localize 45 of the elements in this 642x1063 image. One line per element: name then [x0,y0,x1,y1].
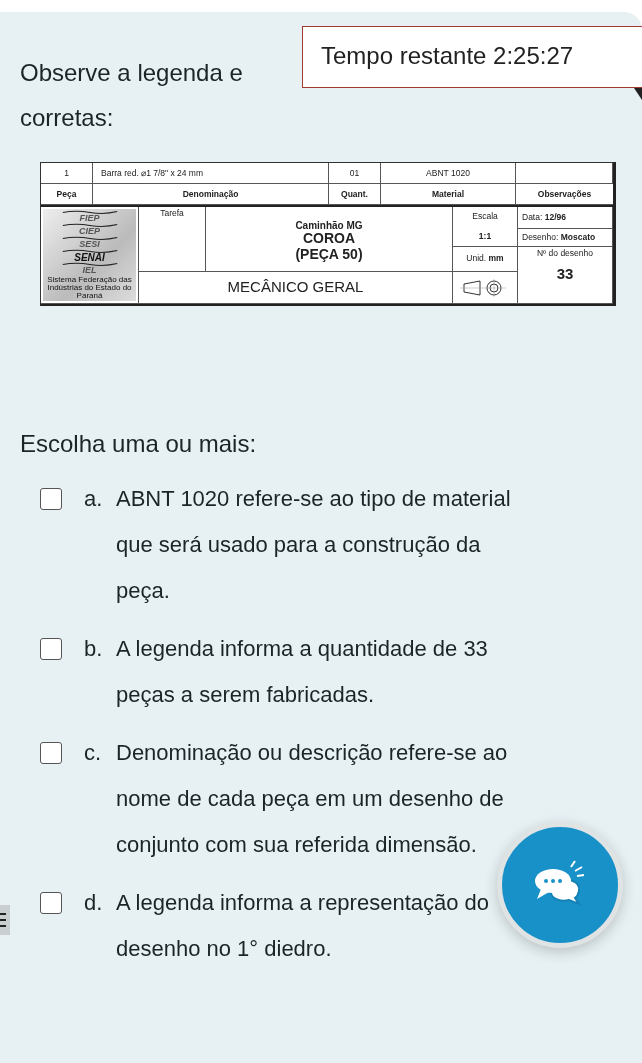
table-cell: 1 [41,163,93,184]
logo-word: FIEP [79,214,100,223]
table-cell: 01 [329,163,381,184]
option-letter: b. [84,635,104,663]
logo-word: SESI [79,240,100,249]
option-letter: d. [84,889,104,917]
logo-word: IEL [82,266,97,275]
checkbox[interactable] [40,742,62,764]
title-text: COROA [302,231,356,247]
unit-text: Unid. mm [466,254,504,264]
table-header: Quant. [329,184,381,205]
table-cell: ABNT 1020 [381,163,516,184]
field-label: Tarefa [160,209,184,219]
option-letter: a. [84,485,104,513]
date-text: Data: 12/96 [522,212,566,223]
table-header: Peça [41,184,93,205]
option-text: Denominação ou descrição refere-se ao nome de cada peça em um desenho de conjunto com sua referida dimensão. [116,739,509,859]
table-header: Denominação [93,184,329,205]
question-text: corretas: [20,103,114,133]
drawer-handle[interactable] [0,905,10,935]
instruction-text: Escolha uma ou mais: [20,430,258,458]
checkbox[interactable] [40,892,62,914]
author-text: Desenho: Moscato [522,232,596,243]
field-label: Escala [472,212,498,222]
field-value: 1:1 [478,231,492,241]
field-label: Nº do desenho [536,249,593,259]
option-text: ABNT 1020 refere-se ao tipo de material que será usado para a construção da peça. [116,485,512,605]
option-text: A legenda informa a representação do desenho no 1° diedro. [116,889,491,963]
drawing-number: 33 [556,266,574,283]
table-header: Observações [516,184,613,205]
checkbox[interactable] [40,638,62,660]
logo-caption: Sistema Federação das Indústrias do Estado do Paraná [46,276,133,300]
title-text: Caminhão MG [295,220,363,232]
course-text: MECÂNICO GERAL [227,279,364,296]
timer-text: Tempo restante 2:25:27 [302,26,642,88]
question-text: Observe a legenda e [20,58,243,88]
ribbon-corner [634,88,642,100]
checkbox[interactable] [40,488,62,510]
table-cell: Barra red. ⌀1 7/8" x 24 mm [93,163,329,184]
table-header: Material [381,184,516,205]
option-text: A legenda informa a quantidade de 33 peças a serem fabricadas. [116,635,489,709]
logo-word: SENAI [74,253,105,262]
logo-word: CIEP [79,227,100,236]
option-letter: c. [84,739,103,767]
title-text: (PEÇA 50) [295,246,363,262]
